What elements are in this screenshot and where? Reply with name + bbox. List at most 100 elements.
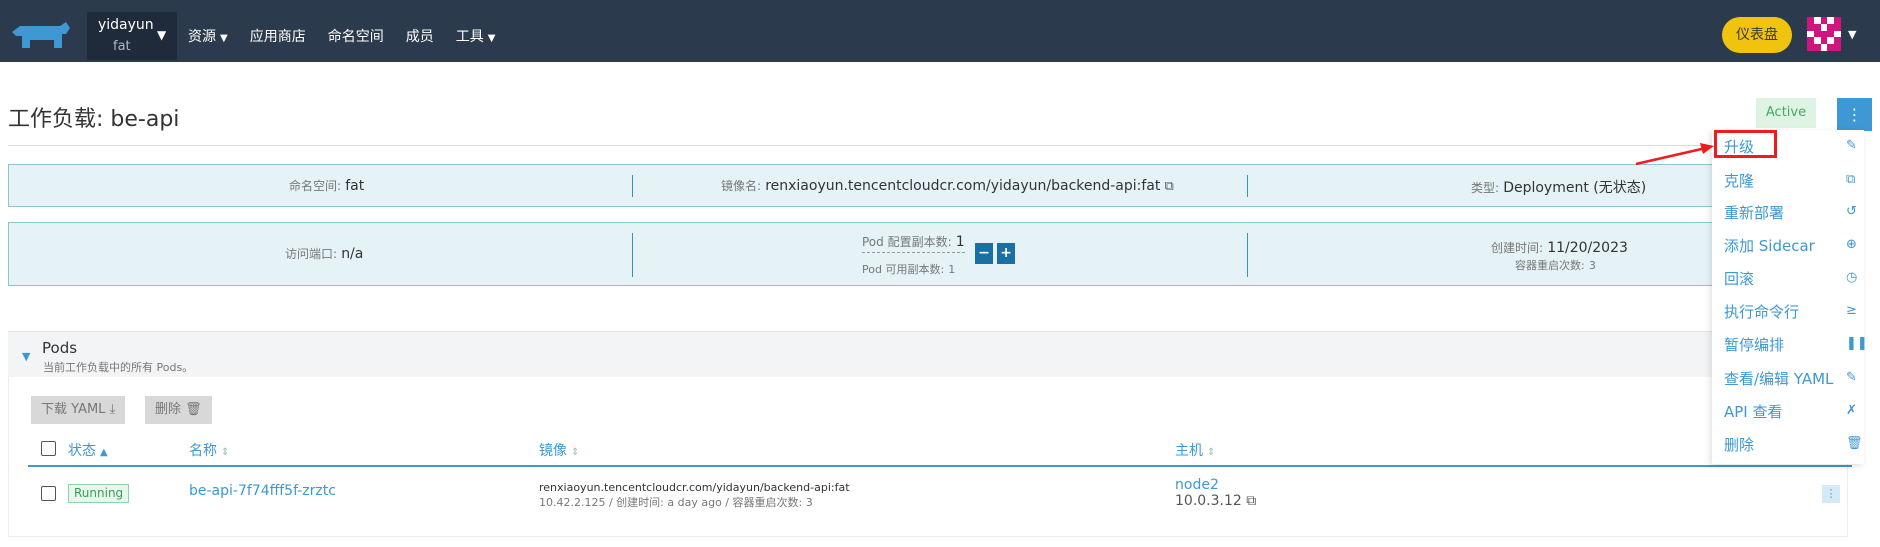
page-title: 工作负载: be-api <box>8 107 180 132</box>
column-header-image[interactable]: 镜像 ⇕ <box>539 440 579 460</box>
menu-item-delete[interactable]: 删除 <box>1724 434 1754 455</box>
kebab-icon: ⋮ <box>1846 105 1863 124</box>
pod-name-link[interactable]: be-api-7f74fff5f-zrztc <box>189 483 336 499</box>
copy-icon[interactable]: ⧉ <box>1165 179 1174 194</box>
copy-icon: ⧉ <box>1846 172 1856 187</box>
menu-item-view-yaml[interactable]: 查看/编辑 YAML <box>1724 368 1833 389</box>
pod-node-link[interactable]: node2 <box>1175 477 1219 493</box>
history-icon: ◷ <box>1846 270 1858 285</box>
decrease-replicas-button[interactable]: − <box>975 243 993 264</box>
replica-stepper: − + <box>975 243 1016 264</box>
image-value: renxiaoyun.tencentcloudcr.com/yidayun/ba… <box>765 178 1161 194</box>
menu-item-rollback[interactable]: 回滚 <box>1724 268 1754 289</box>
replicas-config-value: 1 <box>955 234 965 250</box>
trash-icon: 🗑 <box>185 402 202 417</box>
row-actions-button[interactable]: ⋮ <box>1822 485 1840 503</box>
column-label: 镜像 <box>539 443 567 459</box>
sort-icon: ⇕ <box>571 447 580 458</box>
restarts-label: 容器重启次数: <box>1515 259 1585 272</box>
pod-meta: 10.42.2.125 / 创建时间: a day ago / 容器重启次数: … <box>539 496 813 509</box>
replicas-avail-value: 1 <box>948 263 956 276</box>
separator <box>632 175 633 197</box>
chevron-down-icon: ▼ <box>487 33 496 44</box>
type-value: Deployment (无状态) <box>1503 180 1647 196</box>
dashboard-button[interactable]: 仪表盘 <box>1722 17 1792 53</box>
namespace-info: 命名空间: fat <box>289 177 364 194</box>
menu-item-redeploy[interactable]: 重新部署 <box>1724 202 1784 223</box>
column-header-status[interactable]: 状态 ▲ <box>68 440 108 460</box>
column-label: 状态 <box>68 443 96 459</box>
sort-asc-icon: ▲ <box>100 447 108 458</box>
download-yaml-button[interactable]: 下载 YAML ⤓ <box>31 396 126 424</box>
workload-info-row-2: 访问端口: n/a Pod 配置副本数: 1 Pod 可用副本数: 1 − + … <box>8 222 1848 286</box>
image-info: 镜像名: renxiaoyun.tencentcloudcr.com/yiday… <box>721 177 1174 194</box>
row-checkbox[interactable] <box>41 486 56 501</box>
chevron-down-icon[interactable]: ▼ <box>1848 28 1856 41</box>
replicas-available: Pod 可用副本数: 1 <box>862 261 955 277</box>
select-all-checkbox[interactable] <box>41 441 56 456</box>
endpoint-label: 访问端口: <box>285 247 338 261</box>
menu-item-clone[interactable]: 克隆 <box>1724 170 1754 191</box>
redeploy-icon: ↺ <box>1846 204 1857 219</box>
pod-ip: 10.0.3.12 ⧉ <box>1175 493 1256 509</box>
collapse-arrow-icon[interactable]: ▼ <box>22 350 30 363</box>
table-header-divider <box>28 465 1852 467</box>
user-avatar[interactable] <box>1807 17 1841 51</box>
main-nav: 资源 ▼ 应用商店 命名空间 成员 工具 ▼ <box>188 26 517 46</box>
created-label: 创建时间: <box>1491 241 1544 255</box>
delete-pods-button[interactable]: 删除 🗑 <box>145 396 212 424</box>
chevron-down-icon: ▼ <box>157 28 167 42</box>
replicas-config-label: Pod 配置副本数: <box>862 235 952 249</box>
copy-icon[interactable]: ⧉ <box>1246 493 1256 509</box>
created-value: 11/20/2023 <box>1547 240 1628 256</box>
annotation-arrow <box>1635 143 1714 166</box>
pencil-icon: ✎ <box>1846 138 1857 153</box>
rancher-logo[interactable] <box>8 18 72 54</box>
actions-menu-button[interactable]: ⋮ <box>1837 98 1872 131</box>
nav-resources[interactable]: 资源 ▼ <box>188 26 228 46</box>
nav-tools[interactable]: 工具 ▼ <box>456 26 496 46</box>
nav-label: 资源 <box>188 29 216 45</box>
download-yaml-label: 下载 YAML <box>41 402 106 417</box>
column-label: 名称 <box>189 443 217 459</box>
status-badge: Active <box>1756 98 1816 128</box>
pencil-icon: ✎ <box>1846 370 1857 385</box>
api-icon: ✗ <box>1846 403 1857 418</box>
column-header-node[interactable]: 主机 ⇕ <box>1175 440 1215 460</box>
kebab-icon: ⋮ <box>1825 487 1837 500</box>
pods-section-header[interactable]: ▼ Pods 当前工作负载中的所有 Pods。 <box>8 331 1848 377</box>
pod-status-badge: Running <box>68 484 130 503</box>
download-icon: ⤓ <box>109 402 116 417</box>
trash-icon: 🗑 <box>1846 436 1863 451</box>
nav-namespaces[interactable]: 命名空间 <box>328 26 384 46</box>
type-label: 类型: <box>1471 181 1500 195</box>
column-header-name[interactable]: 名称 ⇕ <box>189 440 229 460</box>
restarts-info: 容器重启次数: 3 <box>1515 257 1596 273</box>
separator <box>1247 233 1248 277</box>
pod-ip-value: 10.0.3.12 <box>1175 493 1242 509</box>
pods-subtitle: 当前工作负载中的所有 Pods。 <box>43 361 194 374</box>
column-label: 主机 <box>1175 443 1203 459</box>
cluster-selector[interactable]: yidayun fat ▼ <box>87 12 177 60</box>
image-label: 镜像名: <box>721 179 762 193</box>
menu-item-pause[interactable]: 暂停编排 <box>1724 334 1784 355</box>
menu-item-exec-shell[interactable]: 执行命令行 <box>1724 301 1799 322</box>
type-info: 类型: Deployment (无状态) <box>1471 177 1646 197</box>
cluster-namespace: fat <box>113 39 131 54</box>
sort-icon: ⇕ <box>221 447 230 458</box>
menu-item-add-sidecar[interactable]: 添加 Sidecar <box>1724 235 1815 256</box>
sort-icon: ⇕ <box>1207 447 1216 458</box>
nav-app-store[interactable]: 应用商店 <box>250 26 306 46</box>
cluster-name: yidayun <box>98 17 154 33</box>
increase-replicas-button[interactable]: + <box>997 243 1016 264</box>
separator <box>1247 175 1248 197</box>
divider <box>8 145 1848 146</box>
workload-info-row-1: 命名空间: fat 镜像名: renxiaoyun.tencentcloudcr… <box>8 164 1848 207</box>
nav-members[interactable]: 成员 <box>406 26 434 46</box>
menu-item-view-api[interactable]: API 查看 <box>1724 401 1783 422</box>
separator <box>632 233 633 277</box>
pause-icon: ❚❚ <box>1846 336 1868 351</box>
actions-dropdown-menu: 升级 ✎ 克隆 ⧉ 重新部署 ↺ 添加 Sidecar ⊕ 回滚 ◷ 执行命令行… <box>1712 130 1868 464</box>
pods-title: Pods <box>42 339 78 357</box>
endpoint-info: 访问端口: n/a <box>285 245 363 262</box>
